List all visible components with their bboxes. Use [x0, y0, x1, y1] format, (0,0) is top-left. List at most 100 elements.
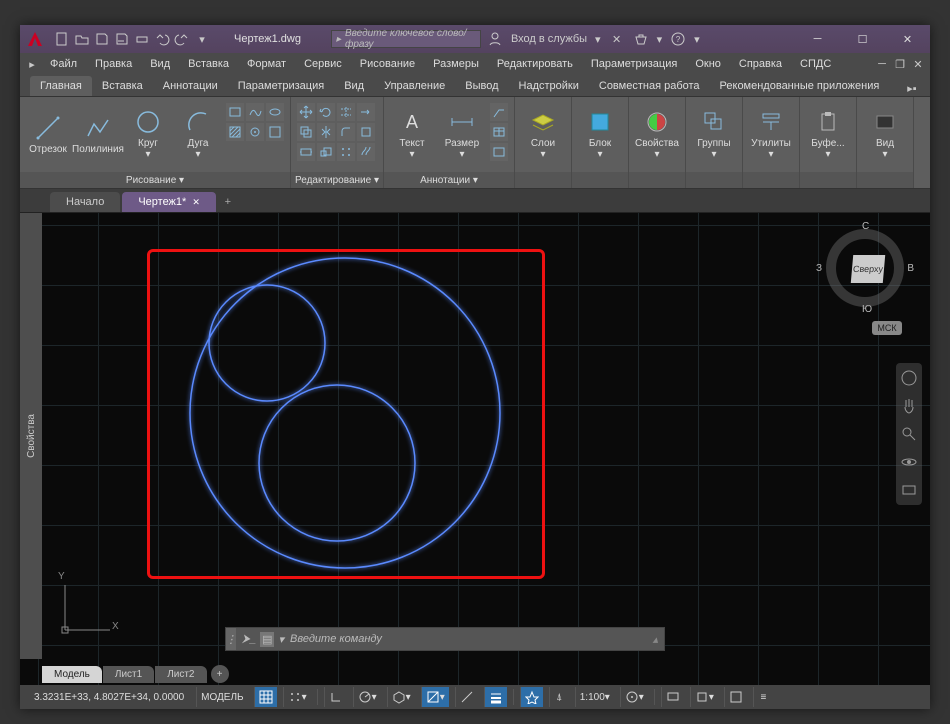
menu-window[interactable]: Окно	[687, 56, 729, 72]
tab-add-button[interactable]: +	[218, 192, 238, 212]
utils-button[interactable]: Утилиты▾	[747, 101, 795, 167]
groups-button[interactable]: Группы▾	[690, 101, 738, 167]
undo-icon[interactable]	[154, 31, 170, 47]
doc-close-icon[interactable]: ✕	[910, 56, 926, 72]
props-button[interactable]: Свойства▾	[633, 101, 681, 167]
qa-dropdown-icon[interactable]: ▾	[194, 31, 210, 47]
cmd-drag-handle[interactable]: ⋮	[226, 628, 236, 650]
app-store-icon[interactable]	[633, 31, 649, 47]
tab-param[interactable]: Параметризация	[228, 76, 334, 96]
cleanscreen-icon[interactable]	[724, 687, 747, 707]
osnap-toggle[interactable]: ▾	[421, 687, 449, 707]
spline-icon[interactable]	[246, 103, 264, 121]
menu-tools[interactable]: Сервис	[296, 56, 350, 72]
tab-manage[interactable]: Управление	[374, 76, 455, 96]
layout-sheet2[interactable]: Лист2	[155, 666, 206, 683]
exchange-icon[interactable]: ✕	[609, 31, 625, 47]
table-icon[interactable]	[490, 123, 508, 141]
grid-toggle[interactable]	[254, 687, 277, 707]
tab-close-icon[interactable]: ✕	[192, 197, 200, 208]
tab-home[interactable]: Главная	[30, 76, 92, 96]
anno-scale-icon[interactable]: ⍋	[549, 687, 569, 707]
tab-start[interactable]: Начало	[50, 192, 120, 212]
isodraft-toggle[interactable]: ▾	[387, 687, 415, 707]
ortho-toggle[interactable]	[324, 687, 347, 707]
layout-model[interactable]: Модель	[42, 666, 102, 683]
otrack-toggle[interactable]	[455, 687, 478, 707]
panel-draw-title[interactable]: Рисование ▾	[20, 172, 290, 188]
plot-icon[interactable]	[134, 31, 150, 47]
drawing-canvas[interactable]: Свойства Y X Сверху С Ю З В МС	[20, 213, 930, 685]
monitor-icon[interactable]	[661, 687, 684, 707]
new-icon[interactable]	[54, 31, 70, 47]
customize-icon[interactable]: ≡	[753, 687, 773, 707]
menu-format[interactable]: Формат	[239, 56, 294, 72]
redo-icon[interactable]	[174, 31, 190, 47]
text-button[interactable]: AТекст▾	[388, 101, 436, 167]
menu-dim[interactable]: Размеры	[425, 56, 487, 72]
menu-edit[interactable]: Правка	[87, 56, 140, 72]
cloud-icon[interactable]	[490, 143, 508, 161]
view-button[interactable]: Вид▾	[861, 101, 909, 167]
signin-link[interactable]: Вход в службы	[511, 33, 587, 45]
maximize-button[interactable]: ☐	[840, 25, 885, 53]
appmenu-icon[interactable]: ▸	[24, 56, 40, 72]
zoom-icon[interactable]	[900, 425, 918, 443]
close-button[interactable]: ✕	[885, 25, 930, 53]
line-button[interactable]: Отрезок	[24, 101, 72, 167]
block-button[interactable]: Блок▾	[576, 101, 624, 167]
anno-toggle[interactable]	[520, 687, 543, 707]
viewcube[interactable]: Сверху С Ю З В	[820, 223, 910, 313]
tab-insert[interactable]: Вставка	[92, 76, 153, 96]
pan-icon[interactable]	[900, 397, 918, 415]
arc-button[interactable]: Дуга▾	[174, 101, 222, 167]
stretch-icon[interactable]	[297, 143, 315, 161]
layers-button[interactable]: Слои▾	[519, 101, 567, 167]
anno-scale[interactable]: 1:100 ▾	[575, 687, 614, 707]
isolate-icon[interactable]: ▾	[690, 687, 718, 707]
menu-modify[interactable]: Редактировать	[489, 56, 581, 72]
menu-draw[interactable]: Рисование	[352, 56, 423, 72]
command-line[interactable]: ⋮ ⮞_ ▤ ▾ Введите команду ▴	[225, 627, 665, 651]
layout-sheet1[interactable]: Лист1	[103, 666, 154, 683]
hatch-icon[interactable]	[226, 123, 244, 141]
layout-add-button[interactable]: +	[211, 665, 229, 683]
doc-min-icon[interactable]: ─	[874, 56, 890, 72]
polar-toggle[interactable]: ▾	[353, 687, 381, 707]
polyline-button[interactable]: Полилиния	[74, 101, 122, 167]
extend-icon[interactable]	[357, 103, 375, 121]
panel-modify-title[interactable]: Редактирование ▾	[291, 172, 383, 188]
help-search-input[interactable]: ▸Введите ключевое слово/фразу	[331, 30, 481, 48]
modelspace-button[interactable]: МОДЕЛЬ	[196, 687, 247, 707]
menu-file[interactable]: Файл	[42, 56, 85, 72]
saveas-icon[interactable]	[114, 31, 130, 47]
save-icon[interactable]	[94, 31, 110, 47]
user-icon[interactable]	[487, 31, 503, 47]
rotate-icon[interactable]	[317, 103, 335, 121]
trim-icon[interactable]	[337, 103, 355, 121]
help-icon[interactable]: ?	[670, 31, 686, 47]
tab-view[interactable]: Вид	[334, 76, 374, 96]
menu-spds[interactable]: СПДС	[792, 56, 839, 72]
tab-drawing1[interactable]: Чертеж1*✕	[122, 192, 216, 212]
cmd-options-icon[interactable]: ▤	[260, 632, 274, 647]
panel-annot-title[interactable]: Аннотации ▾	[384, 172, 514, 188]
ws-switch-icon[interactable]: ▾	[620, 687, 648, 707]
app-logo[interactable]	[20, 25, 50, 53]
tab-featured[interactable]: Рекомендованные приложения	[710, 76, 890, 96]
showmotion-icon[interactable]	[900, 481, 918, 499]
snap-toggle[interactable]: ▾	[283, 687, 311, 707]
tab-addins[interactable]: Надстройки	[509, 76, 589, 96]
coord-system-tag[interactable]: МСК	[872, 321, 902, 335]
dim-button[interactable]: Размер▾	[438, 101, 486, 167]
viewcube-face[interactable]: Сверху	[851, 255, 885, 283]
rect-icon[interactable]	[226, 103, 244, 121]
fillet-icon[interactable]	[337, 123, 355, 141]
menu-insert[interactable]: Вставка	[180, 56, 237, 72]
minimize-button[interactable]: ─	[795, 25, 840, 53]
full-nav-icon[interactable]	[900, 369, 918, 387]
chamfer-icon[interactable]	[357, 123, 375, 141]
menu-view[interactable]: Вид	[142, 56, 178, 72]
region-icon[interactable]	[266, 123, 284, 141]
move-icon[interactable]	[297, 103, 315, 121]
